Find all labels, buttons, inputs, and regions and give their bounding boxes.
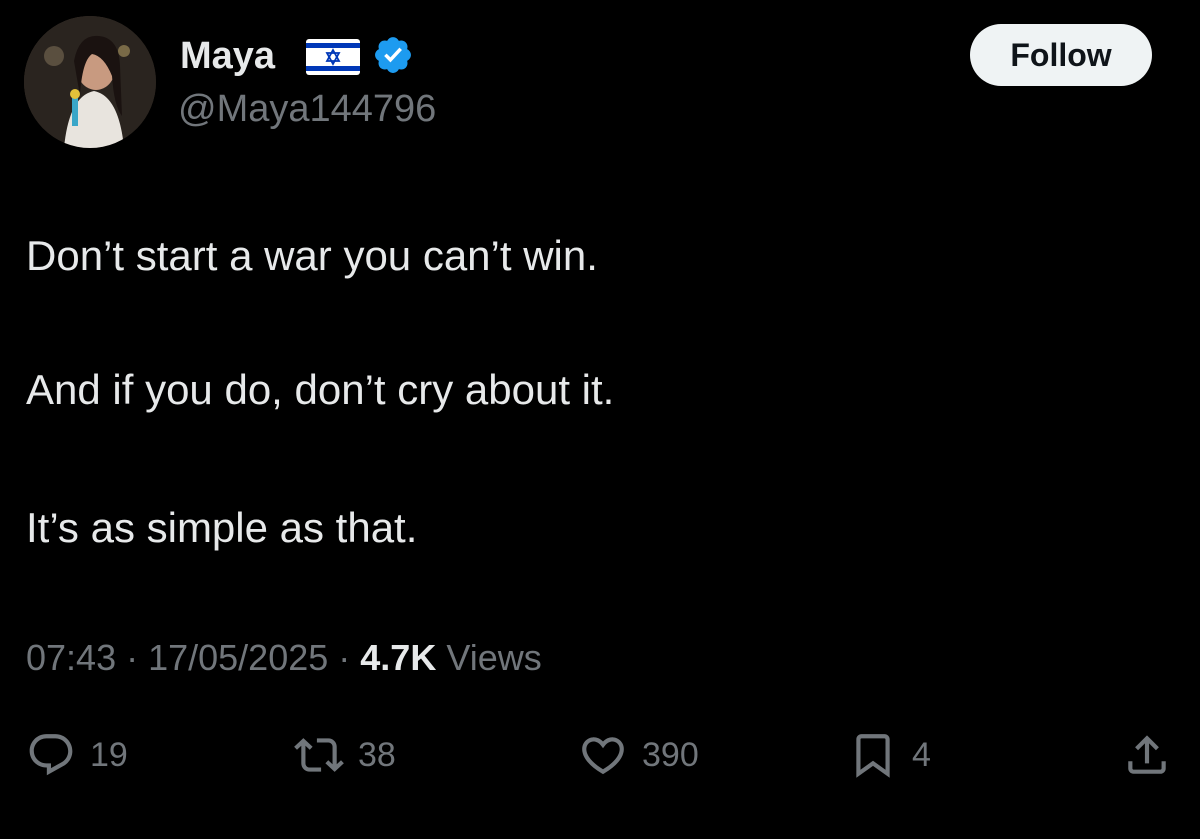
avatar-photo <box>24 16 156 148</box>
display-name[interactable]: Maya <box>180 32 275 80</box>
tweet-text-line-1: Don’t start a war you can’t win. <box>26 232 598 279</box>
reply-button[interactable]: 19 <box>26 728 128 782</box>
like-count: 390 <box>642 736 699 774</box>
views-count[interactable]: 4.7K <box>360 637 436 678</box>
bookmark-button[interactable]: 4 <box>848 728 931 782</box>
reply-icon <box>29 734 73 776</box>
reply-count: 19 <box>90 736 128 774</box>
tweet-meta: 07:43 · 17/05/2025 · 4.7K Views <box>26 634 542 682</box>
handle[interactable]: @Maya144796 <box>178 84 436 134</box>
bookmark-count: 4 <box>912 736 931 774</box>
avatar[interactable] <box>24 16 156 148</box>
share-button[interactable] <box>1122 728 1172 782</box>
follow-button[interactable]: Follow <box>970 24 1152 86</box>
tweet-date[interactable]: 17/05/2025 <box>148 637 328 678</box>
meta-separator: · <box>328 637 361 678</box>
views-label: Views <box>446 637 542 678</box>
meta-separator: · <box>116 637 149 678</box>
tweet-text-line-3: It’s as simple as that. <box>26 504 418 551</box>
israel-flag-icon <box>306 39 360 75</box>
repost-icon <box>294 738 344 772</box>
repost-count: 38 <box>358 736 396 774</box>
bookmark-icon <box>856 734 890 778</box>
like-button[interactable]: 390 <box>578 728 699 782</box>
verified-badge-icon[interactable] <box>372 34 414 76</box>
share-icon <box>1128 735 1166 774</box>
tweet-time[interactable]: 07:43 <box>26 637 116 678</box>
repost-button[interactable]: 38 <box>294 728 396 782</box>
heart-icon <box>582 737 624 775</box>
tweet-text-line-2: And if you do, don’t cry about it. <box>26 366 615 413</box>
